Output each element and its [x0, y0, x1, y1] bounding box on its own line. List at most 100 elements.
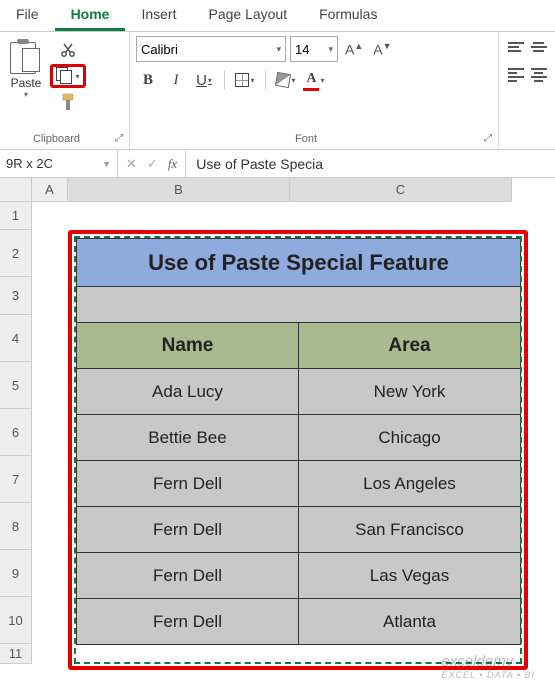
chevron-down-icon: ▾ [272, 44, 281, 55]
chevron-down-icon: ▾ [324, 44, 333, 55]
tab-home[interactable]: Home [55, 0, 126, 31]
header-name[interactable]: Name [77, 323, 299, 369]
col-header-c[interactable]: C [290, 178, 512, 202]
cell-area[interactable]: Los Angeles [299, 461, 521, 507]
chevron-down-icon: ▾ [208, 76, 212, 85]
clipboard-launcher-icon[interactable]: ⤢ [115, 133, 123, 144]
paste-button[interactable]: Paste ▾ [6, 36, 46, 114]
cell-name[interactable]: Fern Dell [77, 553, 299, 599]
align-left-button[interactable] [505, 64, 526, 86]
cell-name[interactable]: Fern Dell [77, 599, 299, 645]
group-font: Calibri ▾ 14 ▾ A▲ A▼ B I U▾ ▾ ▾ [130, 32, 499, 149]
fx-icon[interactable]: fx [168, 156, 177, 172]
copy-dropdown-icon[interactable]: ▾ [75, 72, 79, 81]
scissors-icon [60, 42, 76, 58]
ribbon: Paste ▾ ▾ Clipboard ⤢ [0, 32, 555, 150]
table-row: Fern DellLas Vegas [77, 553, 521, 599]
align-left-icon [508, 66, 524, 84]
font-size-value: 14 [295, 42, 309, 57]
align-top-button[interactable] [505, 36, 526, 58]
cancel-formula-icon[interactable]: ✕ [126, 156, 137, 172]
font-size-combo[interactable]: 14 ▾ [290, 36, 338, 62]
format-painter-button[interactable] [50, 90, 86, 114]
menu-bar: File Home Insert Page Layout Formulas [0, 0, 555, 32]
name-box-value: 9R x 2C [6, 156, 53, 171]
align-center-button[interactable] [528, 64, 549, 86]
row-header[interactable]: 10 [0, 597, 32, 644]
cell-area[interactable]: San Francisco [299, 507, 521, 553]
font-family-value: Calibri [141, 42, 178, 57]
formula-bar: 9R x 2C ▼ ✕ ✓ fx Use of Paste Specia [0, 150, 555, 178]
chevron-down-icon: ▾ [320, 76, 324, 85]
tab-file[interactable]: File [0, 0, 55, 31]
font-family-combo[interactable]: Calibri ▾ [136, 36, 286, 62]
grow-font-button[interactable]: A▲ [342, 41, 366, 58]
copy-button[interactable]: ▾ [50, 64, 86, 88]
row-header[interactable]: 11 [0, 644, 32, 664]
align-middle-icon [531, 40, 547, 54]
row-header[interactable]: 3 [0, 277, 32, 315]
tab-insert[interactable]: Insert [125, 0, 192, 31]
italic-button[interactable]: I [164, 68, 188, 92]
copy-icon [56, 67, 74, 85]
row-header[interactable]: 4 [0, 315, 32, 362]
table-blank-row[interactable] [77, 287, 521, 323]
row-header[interactable]: 7 [0, 456, 32, 503]
cut-button[interactable] [50, 38, 86, 62]
table-row: Fern DellLos Angeles [77, 461, 521, 507]
watermark: exceldemy EXCEL • DATA • BI [442, 653, 536, 680]
align-center-icon [531, 66, 547, 84]
formula-value: Use of Paste Specia [196, 156, 323, 172]
bold-button[interactable]: B [136, 68, 160, 92]
font-color-icon: A [306, 71, 316, 86]
formula-input[interactable]: Use of Paste Specia [186, 150, 555, 177]
chevron-down-icon: ▼ [102, 159, 111, 169]
row-header[interactable]: 2 [0, 230, 32, 277]
table-title[interactable]: Use of Paste Special Feature [77, 239, 521, 287]
fill-icon [275, 72, 291, 88]
clipboard-group-label: Clipboard ⤢ [6, 133, 123, 147]
chevron-down-icon: ▾ [250, 76, 254, 85]
row-header[interactable]: 6 [0, 409, 32, 456]
row-headers: 1 2 3 4 5 6 7 8 9 10 11 [0, 202, 32, 664]
align-middle-button[interactable] [528, 36, 549, 58]
table-row: Bettie BeeChicago [77, 415, 521, 461]
cell-name[interactable]: Bettie Bee [77, 415, 299, 461]
header-area[interactable]: Area [299, 323, 521, 369]
cell-name[interactable]: Ada Lucy [77, 369, 299, 415]
table-row: Ada LucyNew York [77, 369, 521, 415]
worksheet[interactable]: A B C 1 2 3 4 5 6 7 8 9 10 11 Use of Pas… [0, 178, 555, 698]
enter-formula-icon[interactable]: ✓ [147, 156, 158, 172]
col-header-a[interactable]: A [32, 178, 68, 202]
font-color-button[interactable]: A ▾ [302, 68, 326, 92]
fill-color-button[interactable]: ▾ [274, 68, 298, 92]
underline-button[interactable]: U▾ [192, 68, 216, 92]
brush-icon [60, 93, 76, 111]
group-alignment [499, 32, 555, 149]
font-launcher-icon[interactable]: ⤢ [484, 133, 492, 144]
shrink-font-button[interactable]: A▼ [370, 41, 394, 58]
row-header[interactable]: 8 [0, 503, 32, 550]
row-header[interactable]: 9 [0, 550, 32, 597]
column-headers: A B C [32, 178, 512, 202]
tab-formulas[interactable]: Formulas [303, 0, 393, 31]
name-box[interactable]: 9R x 2C ▼ [0, 150, 118, 177]
borders-button[interactable]: ▾ [233, 68, 257, 92]
chevron-down-icon: ▾ [291, 76, 295, 85]
paste-dropdown-icon[interactable]: ▾ [24, 90, 28, 99]
cell-name[interactable]: Fern Dell [77, 507, 299, 553]
tab-page-layout[interactable]: Page Layout [192, 0, 303, 31]
cell-area[interactable]: Atlanta [299, 599, 521, 645]
cell-area[interactable]: Chicago [299, 415, 521, 461]
select-all-corner[interactable] [0, 178, 32, 202]
table-row: Fern DellAtlanta [77, 599, 521, 645]
borders-icon [235, 73, 249, 87]
font-group-label: Font ⤢ [136, 133, 492, 147]
row-header[interactable]: 5 [0, 362, 32, 409]
cell-area[interactable]: New York [299, 369, 521, 415]
cell-area[interactable]: Las Vegas [299, 553, 521, 599]
row-header[interactable]: 1 [0, 202, 32, 230]
col-header-b[interactable]: B [68, 178, 290, 202]
group-clipboard: Paste ▾ ▾ Clipboard ⤢ [0, 32, 130, 149]
cell-name[interactable]: Fern Dell [77, 461, 299, 507]
